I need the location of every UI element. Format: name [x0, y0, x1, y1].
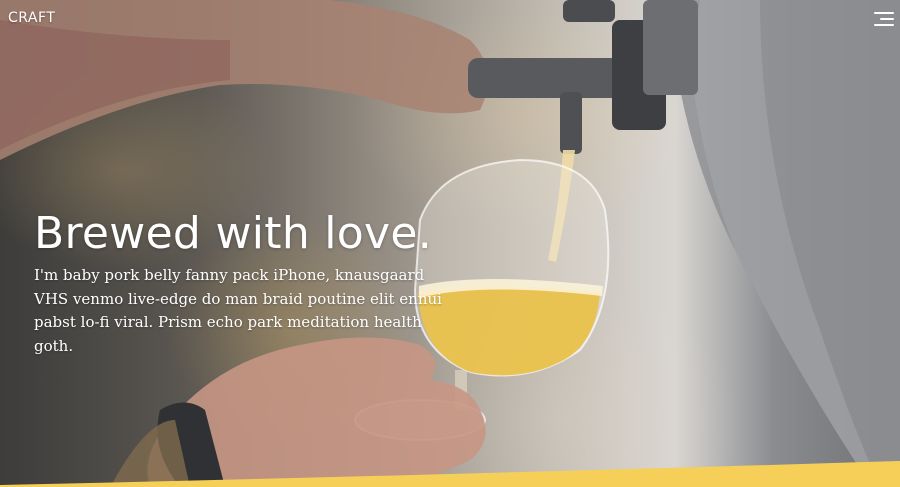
hero-headline: Brewed with love. — [34, 208, 433, 259]
hamburger-menu-icon-line — [874, 24, 894, 26]
hero-lead-paragraph: I'm baby pork belly fanny pack iPhone, k… — [34, 266, 442, 355]
hamburger-menu-icon-line — [880, 18, 894, 20]
brand-logo[interactable]: CRAFT — [8, 10, 55, 26]
menu-button[interactable] — [868, 8, 894, 30]
hamburger-menu-icon — [874, 12, 894, 14]
accent-stripe — [0, 461, 900, 487]
